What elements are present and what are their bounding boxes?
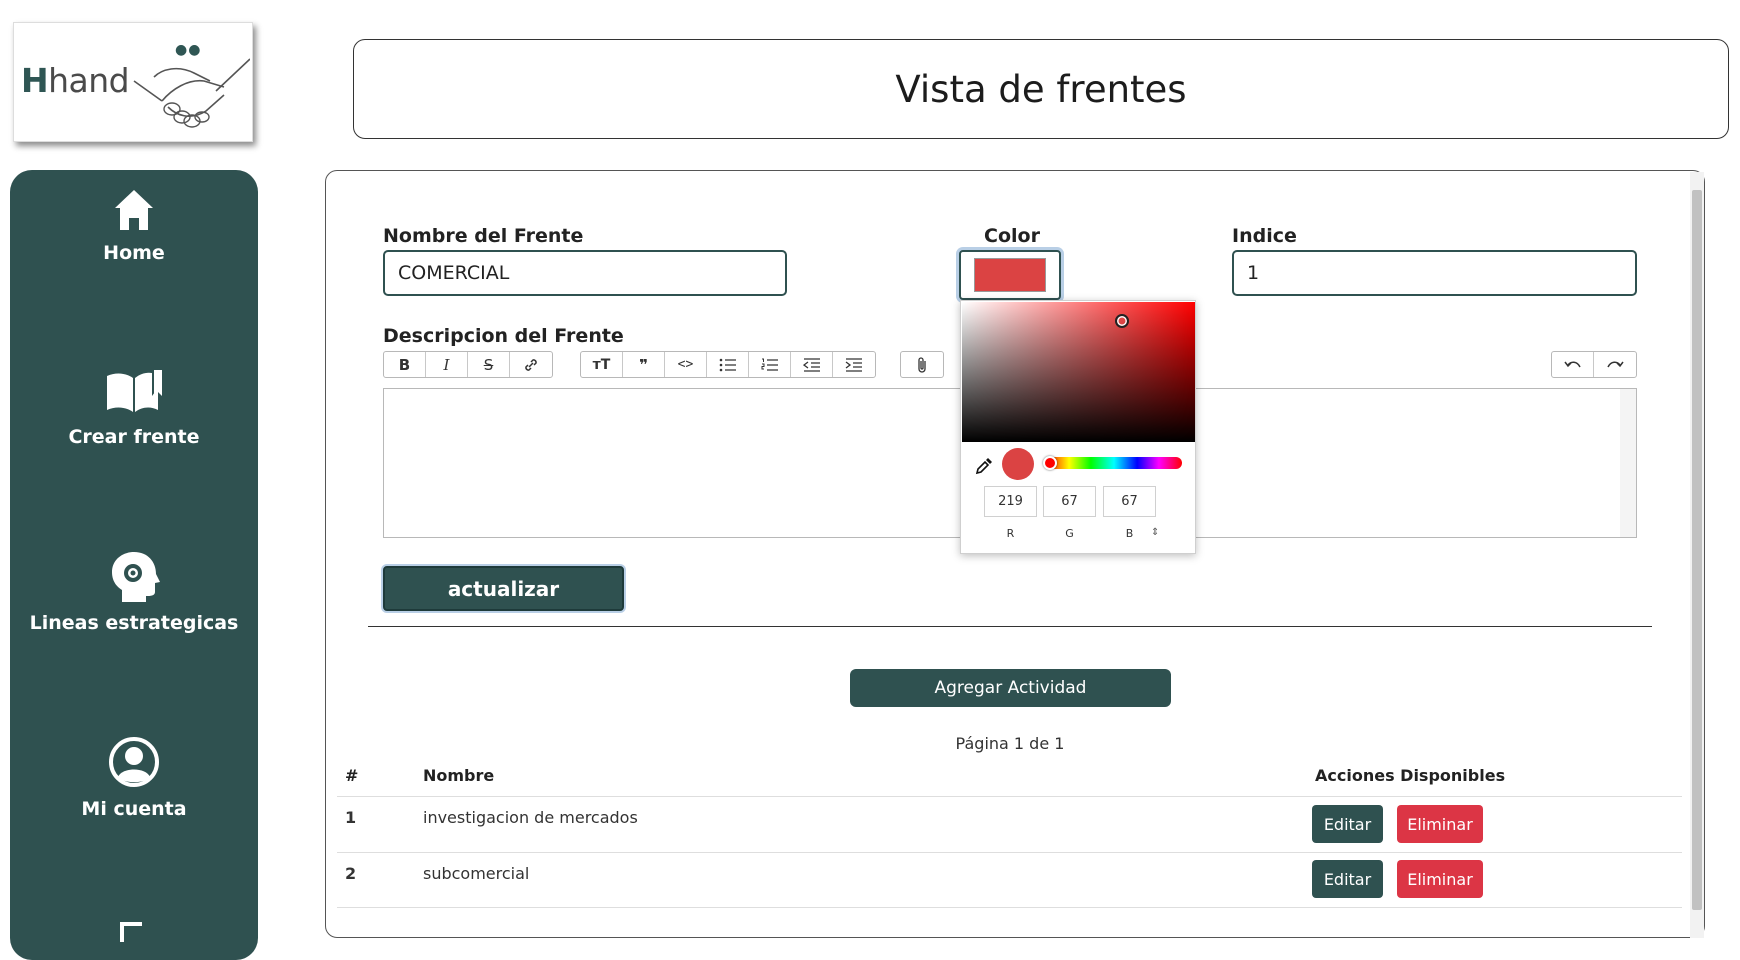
undo-icon <box>1563 361 1581 367</box>
row-number: 1 <box>345 808 357 827</box>
toolbar-block-group: тT ❞ <> <box>580 351 876 378</box>
column-header-num: # <box>345 766 359 785</box>
sidebar: Home Crear frente Lineas estrategicas Mi… <box>10 170 258 960</box>
paperclip-icon <box>918 356 926 373</box>
attach-button[interactable] <box>901 352 943 377</box>
green-input[interactable]: 67 <box>1043 486 1096 517</box>
code-button[interactable]: <> <box>665 352 707 377</box>
bullet-list-button[interactable] <box>707 352 749 377</box>
bold-button[interactable]: B <box>384 352 426 377</box>
redo-button[interactable] <box>1594 352 1636 377</box>
table-divider <box>337 796 1682 797</box>
open-book-icon <box>107 370 162 412</box>
handshake-icon <box>133 58 250 128</box>
color-picker-popup: 219 67 67 R G B ⇕ <box>960 300 1196 554</box>
delete-button[interactable]: Eliminar <box>1397 860 1483 898</box>
user-circle-icon <box>109 737 159 787</box>
undo-button[interactable] <box>1552 352 1594 377</box>
red-input[interactable]: 219 <box>984 486 1037 517</box>
sidebar-item-lineas-estrategicas[interactable]: Lineas estrategicas <box>10 550 258 634</box>
row-name: investigacion de mercados <box>423 808 638 827</box>
description-label: Descripcion del Frente <box>383 325 624 347</box>
logout-icon <box>120 922 142 942</box>
name-label: Nombre del Frente <box>383 225 584 247</box>
red-label: R <box>1006 527 1015 540</box>
green-label: G <box>1065 527 1074 540</box>
quote-button[interactable]: ❞ <box>623 352 665 377</box>
name-input[interactable]: COMERCIAL <box>383 250 787 296</box>
toolbar-history-group <box>1551 351 1637 378</box>
numbered-list-icon <box>761 358 778 371</box>
logo-card: Hhand ●● <box>13 22 253 142</box>
toolbar-attach-group <box>900 351 944 378</box>
toolbar-format-group: B I S <box>383 351 553 378</box>
numbered-list-button[interactable] <box>749 352 791 377</box>
blue-label: B <box>1125 527 1134 540</box>
sidebar-item-crear-frente[interactable]: Crear frente <box>10 366 258 448</box>
eyedropper-icon[interactable] <box>975 457 993 475</box>
mode-toggle-icon[interactable]: ⇕ <box>1151 527 1159 538</box>
color-input[interactable] <box>959 250 1061 300</box>
sidebar-item-label: Crear frente <box>68 426 200 448</box>
indent-button[interactable] <box>833 352 875 377</box>
hue-slider[interactable] <box>1046 457 1182 469</box>
head-gear-icon <box>112 552 160 602</box>
sidebar-item-logout[interactable] <box>10 922 258 946</box>
add-activity-button[interactable]: Agregar Actividad <box>850 669 1171 707</box>
column-header-actions: Acciones Disponibles <box>1315 766 1506 785</box>
color-preview <box>1002 448 1034 480</box>
color-label: Color <box>984 225 1040 247</box>
table-divider <box>337 852 1682 853</box>
index-label: Indice <box>1232 225 1297 247</box>
saturation-handle[interactable] <box>1115 314 1129 328</box>
edit-button[interactable]: Editar <box>1312 805 1383 843</box>
hue-slider-handle[interactable] <box>1043 456 1057 470</box>
blue-input[interactable]: 67 <box>1103 486 1156 517</box>
delete-button[interactable]: Eliminar <box>1397 805 1483 843</box>
link-button[interactable] <box>510 352 552 377</box>
update-button[interactable]: actualizar <box>383 566 624 611</box>
page-title-box: Vista de frentes <box>353 39 1729 139</box>
divider <box>368 626 1652 627</box>
editor-scrollbar[interactable] <box>1620 389 1636 537</box>
sidebar-item-label: Lineas estrategicas <box>29 612 239 634</box>
heading-button[interactable]: тT <box>581 352 623 377</box>
logo-wordmark: Hhand <box>21 61 130 100</box>
pagination-text: Página 1 de 1 <box>955 734 1065 753</box>
column-header-name: Nombre <box>423 766 495 785</box>
outdent-button[interactable] <box>791 352 833 377</box>
redo-icon <box>1607 361 1624 367</box>
sidebar-item-label: Mi cuenta <box>81 798 187 820</box>
sidebar-item-mi-cuenta[interactable]: Mi cuenta <box>10 736 258 820</box>
outdent-icon <box>802 357 820 372</box>
sidebar-item-home[interactable]: Home <box>10 188 258 264</box>
link-icon <box>525 358 537 371</box>
row-name: subcomercial <box>423 864 530 883</box>
indent-icon <box>845 357 862 372</box>
row-number: 2 <box>345 864 357 883</box>
edit-button[interactable]: Editar <box>1312 860 1383 898</box>
color-swatch <box>974 258 1046 292</box>
table-divider <box>337 907 1682 908</box>
strikethrough-button[interactable]: S <box>468 352 510 377</box>
saturation-area[interactable] <box>962 302 1195 442</box>
italic-button[interactable]: I <box>426 352 468 377</box>
sidebar-item-label: Home <box>103 242 165 264</box>
scrollbar-thumb[interactable] <box>1692 190 1702 910</box>
home-icon <box>115 190 153 230</box>
bullet-list-icon <box>719 358 736 371</box>
page-title: Vista de frentes <box>895 67 1187 111</box>
index-input[interactable]: 1 <box>1232 250 1637 296</box>
